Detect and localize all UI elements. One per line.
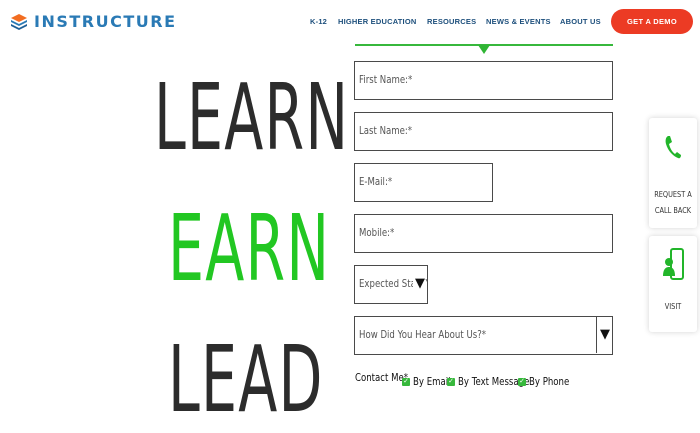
checkbox-icon[interactable]: ✓ — [447, 377, 455, 386]
request-callback-widget[interactable]: REQUEST A CALL BACK — [649, 118, 697, 228]
chevron-down-icon: ▼ — [413, 266, 425, 302]
how-did-you-hear-select[interactable]: How Did You Hear About Us?* ▼ — [354, 316, 613, 355]
logo[interactable]: INSTRUCTURE — [10, 12, 177, 31]
nav-higher-education[interactable]: HIGHER EDUCATION — [338, 17, 416, 26]
how-did-you-hear-value: How Did You Hear About Us?* — [359, 328, 487, 341]
nav-k12[interactable]: K-12 — [310, 17, 327, 26]
form-pointer-icon — [478, 45, 490, 54]
nav-resources[interactable]: RESOURCES — [427, 17, 476, 26]
callback-line-2: CALL BACK — [654, 206, 692, 215]
brand-name: INSTRUCTURE — [34, 12, 177, 31]
email-placeholder: E-Mail:* — [359, 175, 393, 188]
first-name-field[interactable]: First Name:* — [354, 61, 613, 100]
hero-word-earn: EARN — [168, 195, 331, 302]
mobile-placeholder: Mobile:* — [359, 226, 395, 239]
last-name-placeholder: Last Name:* — [359, 124, 413, 137]
checkbox-icon[interactable]: ✓ — [402, 377, 410, 386]
site-header: INSTRUCTURE K-12 HIGHER EDUCATION RESOUR… — [0, 0, 700, 44]
first-name-placeholder: First Name:* — [359, 73, 413, 86]
contact-by-phone-option[interactable]: ✓ By Phone — [518, 375, 581, 388]
logo-icon — [11, 13, 27, 30]
hero-word-lead: LEAD — [168, 326, 324, 433]
hero-word-learn: LEARN — [154, 64, 350, 171]
chevron-down-icon: ▼ — [596, 317, 610, 353]
nav-about-us[interactable]: ABOUT US — [560, 17, 601, 26]
callback-line-1: REQUEST A — [654, 190, 692, 199]
visit-icon — [663, 248, 684, 280]
last-name-field[interactable]: Last Name:* — [354, 112, 613, 151]
email-field[interactable]: E-Mail:* — [354, 163, 493, 202]
expected-start-select[interactable]: Expected Start Y ▼ — [354, 265, 428, 304]
visit-label: VISIT — [664, 302, 682, 311]
visit-widget[interactable]: VISIT — [649, 236, 697, 332]
phone-icon — [665, 136, 681, 159]
get-a-demo-button[interactable]: GET A DEMO — [611, 9, 693, 34]
checkbox-icon[interactable]: ✓ — [518, 377, 526, 386]
nav-news-events[interactable]: NEWS & EVENTS — [486, 17, 551, 26]
mobile-field[interactable]: Mobile:* — [354, 214, 613, 253]
